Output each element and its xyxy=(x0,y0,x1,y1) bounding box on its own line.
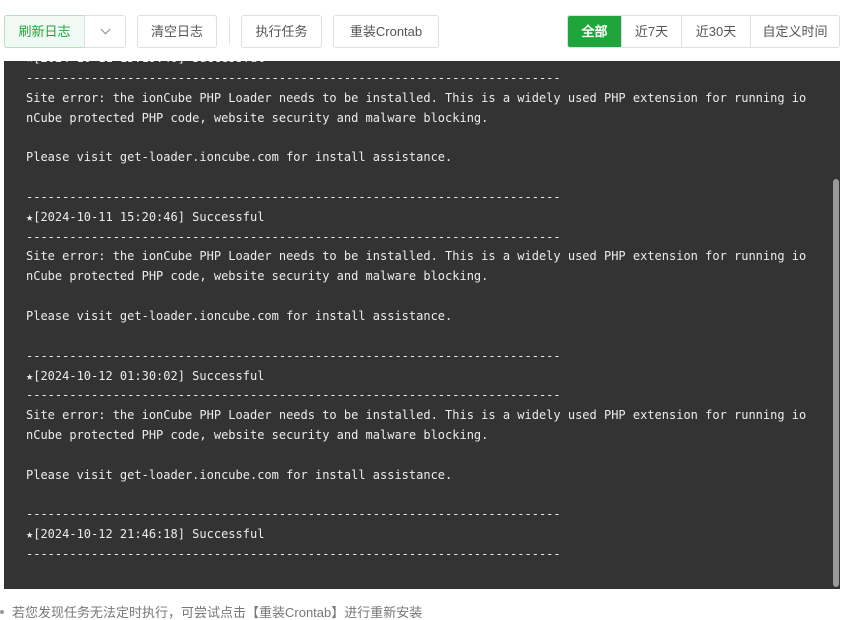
log-content: ★[2024-10-11 15:19:40] Successful-------… xyxy=(26,61,826,565)
log-line: ----------------------------------------… xyxy=(26,189,561,204)
log-line: Site error: the ionCube PHP Loader needs… xyxy=(26,408,807,423)
chevron-down-icon xyxy=(100,24,110,35)
tab-last-30-days[interactable]: 近30天 xyxy=(681,16,750,47)
tip-text: 若您发现任务无法定时执行，可尝试点击【重装Crontab】进行重新安装 xyxy=(12,605,423,620)
log-line: Please visit get-loader.ioncube.com for … xyxy=(26,150,453,165)
reinstall-crontab-button[interactable]: 重装Crontab xyxy=(333,15,439,48)
log-line: ----------------------------------------… xyxy=(26,229,561,244)
tab-last-7-days[interactable]: 近7天 xyxy=(621,16,681,47)
log-line: ★[2024-10-11 15:20:46] Successful xyxy=(26,209,265,224)
clear-log-button[interactable]: 清空日志 xyxy=(137,15,217,48)
log-scrollbar[interactable] xyxy=(832,61,840,589)
bullet-icon xyxy=(0,609,4,614)
log-line: ----------------------------------------… xyxy=(26,348,561,363)
log-line: Site error: the ionCube PHP Loader needs… xyxy=(26,90,807,105)
log-scrollbar-thumb[interactable] xyxy=(833,179,839,587)
log-line: ----------------------------------------… xyxy=(26,507,561,522)
log-line: ----------------------------------------… xyxy=(26,547,561,562)
log-line: Please visit get-loader.ioncube.com for … xyxy=(26,308,453,323)
date-range-tabs: 全部 近7天 近30天 自定义时间 xyxy=(567,15,840,48)
log-line: ★[2024-10-12 01:30:02] Successful xyxy=(26,368,265,383)
log-line: ----------------------------------------… xyxy=(26,388,561,403)
log-line: nCube protected PHP code, website securi… xyxy=(26,110,489,125)
log-line: ----------------------------------------… xyxy=(26,70,561,85)
tip-line: 若您发现任务无法定时执行，可尝试点击【重装Crontab】进行重新安装 xyxy=(0,604,422,620)
log-line: nCube protected PHP code, website securi… xyxy=(26,428,489,443)
tab-all[interactable]: 全部 xyxy=(568,16,621,47)
log-line: Please visit get-loader.ioncube.com for … xyxy=(26,467,453,482)
execute-task-button[interactable]: 执行任务 xyxy=(241,15,322,48)
refresh-log-button[interactable]: 刷新日志 xyxy=(4,15,85,48)
tab-custom-time[interactable]: 自定义时间 xyxy=(750,16,839,47)
toolbar: 刷新日志 清空日志 执行任务 重装Crontab 全部 近7天 近30天 自定义… xyxy=(4,15,840,48)
log-line: ★[2024-10-12 21:46:18] Successful xyxy=(26,527,265,542)
refresh-options-dropdown[interactable] xyxy=(84,15,126,48)
log-line: nCube protected PHP code, website securi… xyxy=(26,269,489,284)
log-panel[interactable]: ★[2024-10-11 15:19:40] Successful-------… xyxy=(4,61,840,589)
toolbar-divider xyxy=(229,18,230,45)
log-line: Site error: the ionCube PHP Loader needs… xyxy=(26,249,807,264)
log-line: ★[2024-10-11 15:19:40] Successful xyxy=(26,61,826,69)
